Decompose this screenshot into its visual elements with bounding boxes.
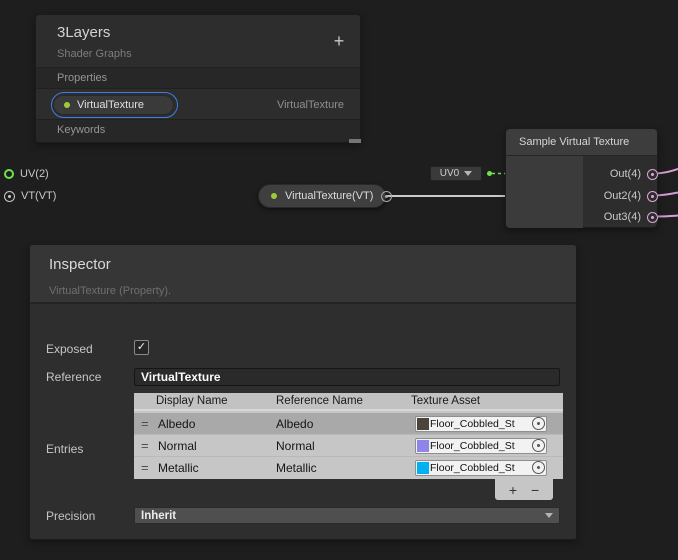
edge-out1 — [655, 169, 678, 174]
precision-dropdown[interactable]: Inherit — [134, 507, 560, 524]
cell-reference-name[interactable]: Albedo — [276, 417, 313, 431]
property-pill-label: VirtualTexture — [77, 99, 144, 111]
edge-out3 — [655, 216, 678, 217]
remove-entry-button[interactable]: − — [531, 481, 539, 499]
virtualtexture-property-node[interactable]: VirtualTexture(VT) — [258, 184, 386, 208]
properties-section-header[interactable]: Properties — [36, 67, 360, 89]
add-entry-button[interactable]: + — [509, 481, 517, 499]
inspector-subtitle: VirtualTexture (Property). — [49, 285, 171, 297]
property-type-label: VirtualTexture — [277, 99, 344, 111]
texture-swatch — [417, 418, 429, 430]
texture-asset-name: Floor_Cobbled_St — [430, 418, 532, 430]
blackboard-title: 3Layers — [57, 24, 110, 41]
texture-asset-field[interactable]: Floor_Cobbled_St — [415, 460, 547, 476]
out2-port-icon[interactable] — [647, 191, 658, 202]
object-picker-icon[interactable] — [532, 439, 545, 452]
entries-table: Display Name Reference Name Texture Asse… — [134, 393, 563, 479]
cell-display-name[interactable]: Albedo — [158, 417, 195, 431]
texture-asset-name: Floor_Cobbled_St — [430, 462, 532, 474]
texture-asset-field[interactable]: Floor_Cobbled_St — [415, 416, 547, 432]
uv-default-dot-icon — [487, 171, 492, 176]
table-row[interactable]: = Albedo Albedo Floor_Cobbled_St — [134, 413, 563, 435]
cell-reference-name[interactable]: Metallic — [276, 461, 317, 475]
uv-channel-dropdown[interactable]: UV0 — [430, 166, 482, 181]
precision-value: Inherit — [135, 510, 545, 522]
add-property-button[interactable]: + — [328, 31, 350, 53]
cell-reference-name[interactable]: Normal — [276, 439, 315, 453]
uv-channel-value: UV0 — [440, 168, 459, 179]
texture-asset-name: Floor_Cobbled_St — [430, 440, 532, 452]
column-header-reference-name: Reference Name — [276, 395, 363, 407]
drag-handle-icon[interactable]: = — [141, 460, 149, 475]
object-picker-icon[interactable] — [532, 461, 545, 474]
uv-port-icon[interactable] — [4, 169, 14, 179]
object-picker-icon[interactable] — [532, 417, 545, 430]
vt-port-label: VT(VT) — [21, 190, 56, 202]
chevron-down-icon — [545, 513, 553, 518]
texture-swatch — [417, 462, 429, 474]
table-header-row: Display Name Reference Name Texture Asse… — [134, 393, 563, 411]
shader-graph-window: 3Layers Shader Graphs + Properties Virtu… — [0, 0, 678, 560]
edge-out2 — [655, 193, 678, 196]
out1-port-icon[interactable] — [647, 169, 658, 180]
precision-label: Precision — [46, 509, 95, 523]
drag-handle-icon[interactable]: = — [141, 438, 149, 453]
cell-display-name[interactable]: Normal — [158, 439, 197, 453]
blackboard-resize-handle[interactable] — [349, 139, 361, 143]
texture-swatch — [417, 440, 429, 452]
out3-port-label: Out3(4) — [604, 211, 641, 223]
inspector-title: Inspector — [49, 256, 111, 273]
vt-port-icon[interactable] — [4, 191, 15, 202]
column-header-texture-asset: Texture Asset — [411, 395, 480, 407]
table-row[interactable]: = Normal Normal Floor_Cobbled_St — [134, 435, 563, 457]
output-port-out2[interactable]: Out2(4) — [505, 189, 658, 203]
exposed-label: Exposed — [46, 342, 93, 356]
inspector-header: Inspector VirtualTexture (Property). — [30, 245, 576, 304]
table-row[interactable]: = Metallic Metallic Floor_Cobbled_St — [134, 457, 563, 478]
chevron-down-icon — [464, 171, 472, 176]
input-port-uv[interactable]: UV(2) — [4, 167, 49, 181]
drag-handle-icon[interactable]: = — [141, 416, 149, 431]
property-node-port-icon[interactable] — [381, 191, 392, 202]
out3-port-icon[interactable] — [647, 212, 658, 223]
node-title: Sample Virtual Texture — [506, 129, 657, 156]
out1-port-label: Out(4) — [610, 168, 641, 180]
property-pill[interactable]: VirtualTexture — [53, 95, 174, 115]
reference-label: Reference — [46, 370, 101, 384]
blackboard-subtitle: Shader Graphs — [57, 48, 132, 60]
output-port-out1[interactable]: Out(4) — [505, 167, 658, 181]
texture-asset-field[interactable]: Floor_Cobbled_St — [415, 438, 547, 454]
property-type-dot-icon — [271, 193, 277, 199]
property-pill-selection[interactable]: VirtualTexture — [51, 92, 178, 118]
entries-label: Entries — [46, 442, 83, 456]
inspector-panel: Inspector VirtualTexture (Property). Exp… — [29, 244, 577, 540]
entries-table-footer: + − — [495, 479, 553, 500]
property-node-label: VirtualTexture(VT) — [285, 190, 373, 202]
input-port-vt[interactable]: VT(VT) — [4, 189, 56, 203]
property-type-dot-icon — [64, 102, 70, 108]
reference-input[interactable]: VirtualTexture — [134, 368, 560, 386]
blackboard-panel: 3Layers Shader Graphs + Properties Virtu… — [35, 14, 361, 143]
exposed-checkbox[interactable]: ✓ — [134, 340, 149, 355]
out2-port-label: Out2(4) — [604, 190, 641, 202]
column-header-display-name: Display Name — [156, 395, 228, 407]
uv-port-label: UV(2) — [20, 168, 49, 180]
cell-display-name[interactable]: Metallic — [158, 461, 199, 475]
output-port-out3[interactable]: Out3(4) — [505, 210, 658, 224]
keywords-section-header[interactable]: Keywords — [36, 119, 360, 142]
